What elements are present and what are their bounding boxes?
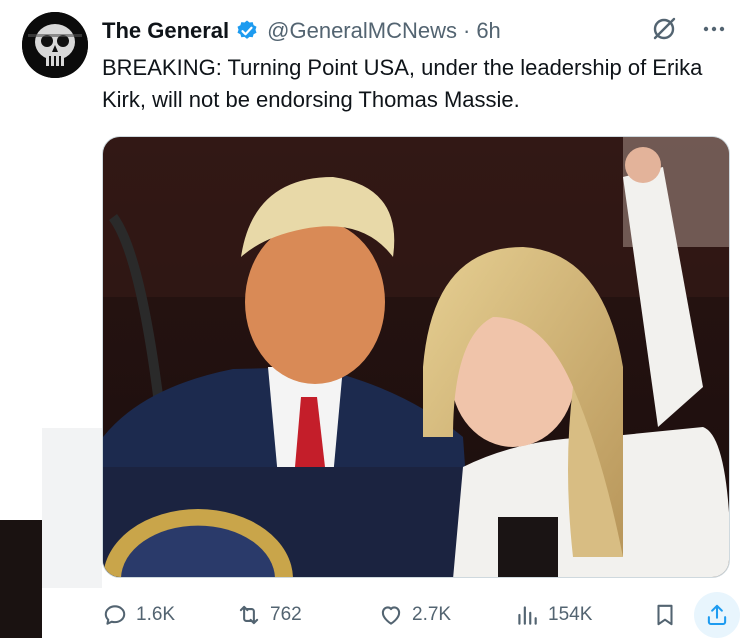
display-name[interactable]: The General xyxy=(102,18,229,44)
handle[interactable]: @GeneralMCNews xyxy=(267,18,457,44)
repost-icon xyxy=(239,605,259,625)
like-count: 2.7K xyxy=(412,604,452,625)
heart-icon xyxy=(381,606,401,625)
reply-button[interactable]: 1.6K xyxy=(102,602,175,628)
verified-badge-icon xyxy=(235,19,259,43)
separator: · xyxy=(462,18,471,43)
reply-count: 1.6K xyxy=(136,604,176,625)
bookmark-button[interactable] xyxy=(652,602,678,628)
tweet-text: BREAKING: Turning Point USA, under the l… xyxy=(102,55,703,112)
share-button[interactable] xyxy=(694,592,740,638)
tweet-photo[interactable] xyxy=(102,136,730,578)
background-block xyxy=(0,520,42,638)
like-button[interactable]: 2.7K xyxy=(378,602,451,628)
more-icon[interactable] xyxy=(700,15,728,48)
share-icon xyxy=(707,604,727,626)
background-panel xyxy=(42,428,102,588)
timestamp[interactable]: 6h xyxy=(476,18,500,44)
views-button[interactable]: 154K xyxy=(514,602,592,628)
grok-icon[interactable] xyxy=(650,15,678,48)
views-count: 154K xyxy=(548,604,593,625)
views-icon xyxy=(518,606,537,625)
avatar[interactable] xyxy=(22,12,88,78)
repost-button[interactable]: 762 xyxy=(236,602,302,628)
tweet-header: The General @GeneralMCNews · 6h xyxy=(102,14,728,48)
repost-count: 762 xyxy=(270,604,302,625)
reply-icon xyxy=(104,605,126,625)
bookmark-icon xyxy=(657,604,673,626)
action-bar: 1.6K 762 2.7K 154K xyxy=(102,592,742,638)
